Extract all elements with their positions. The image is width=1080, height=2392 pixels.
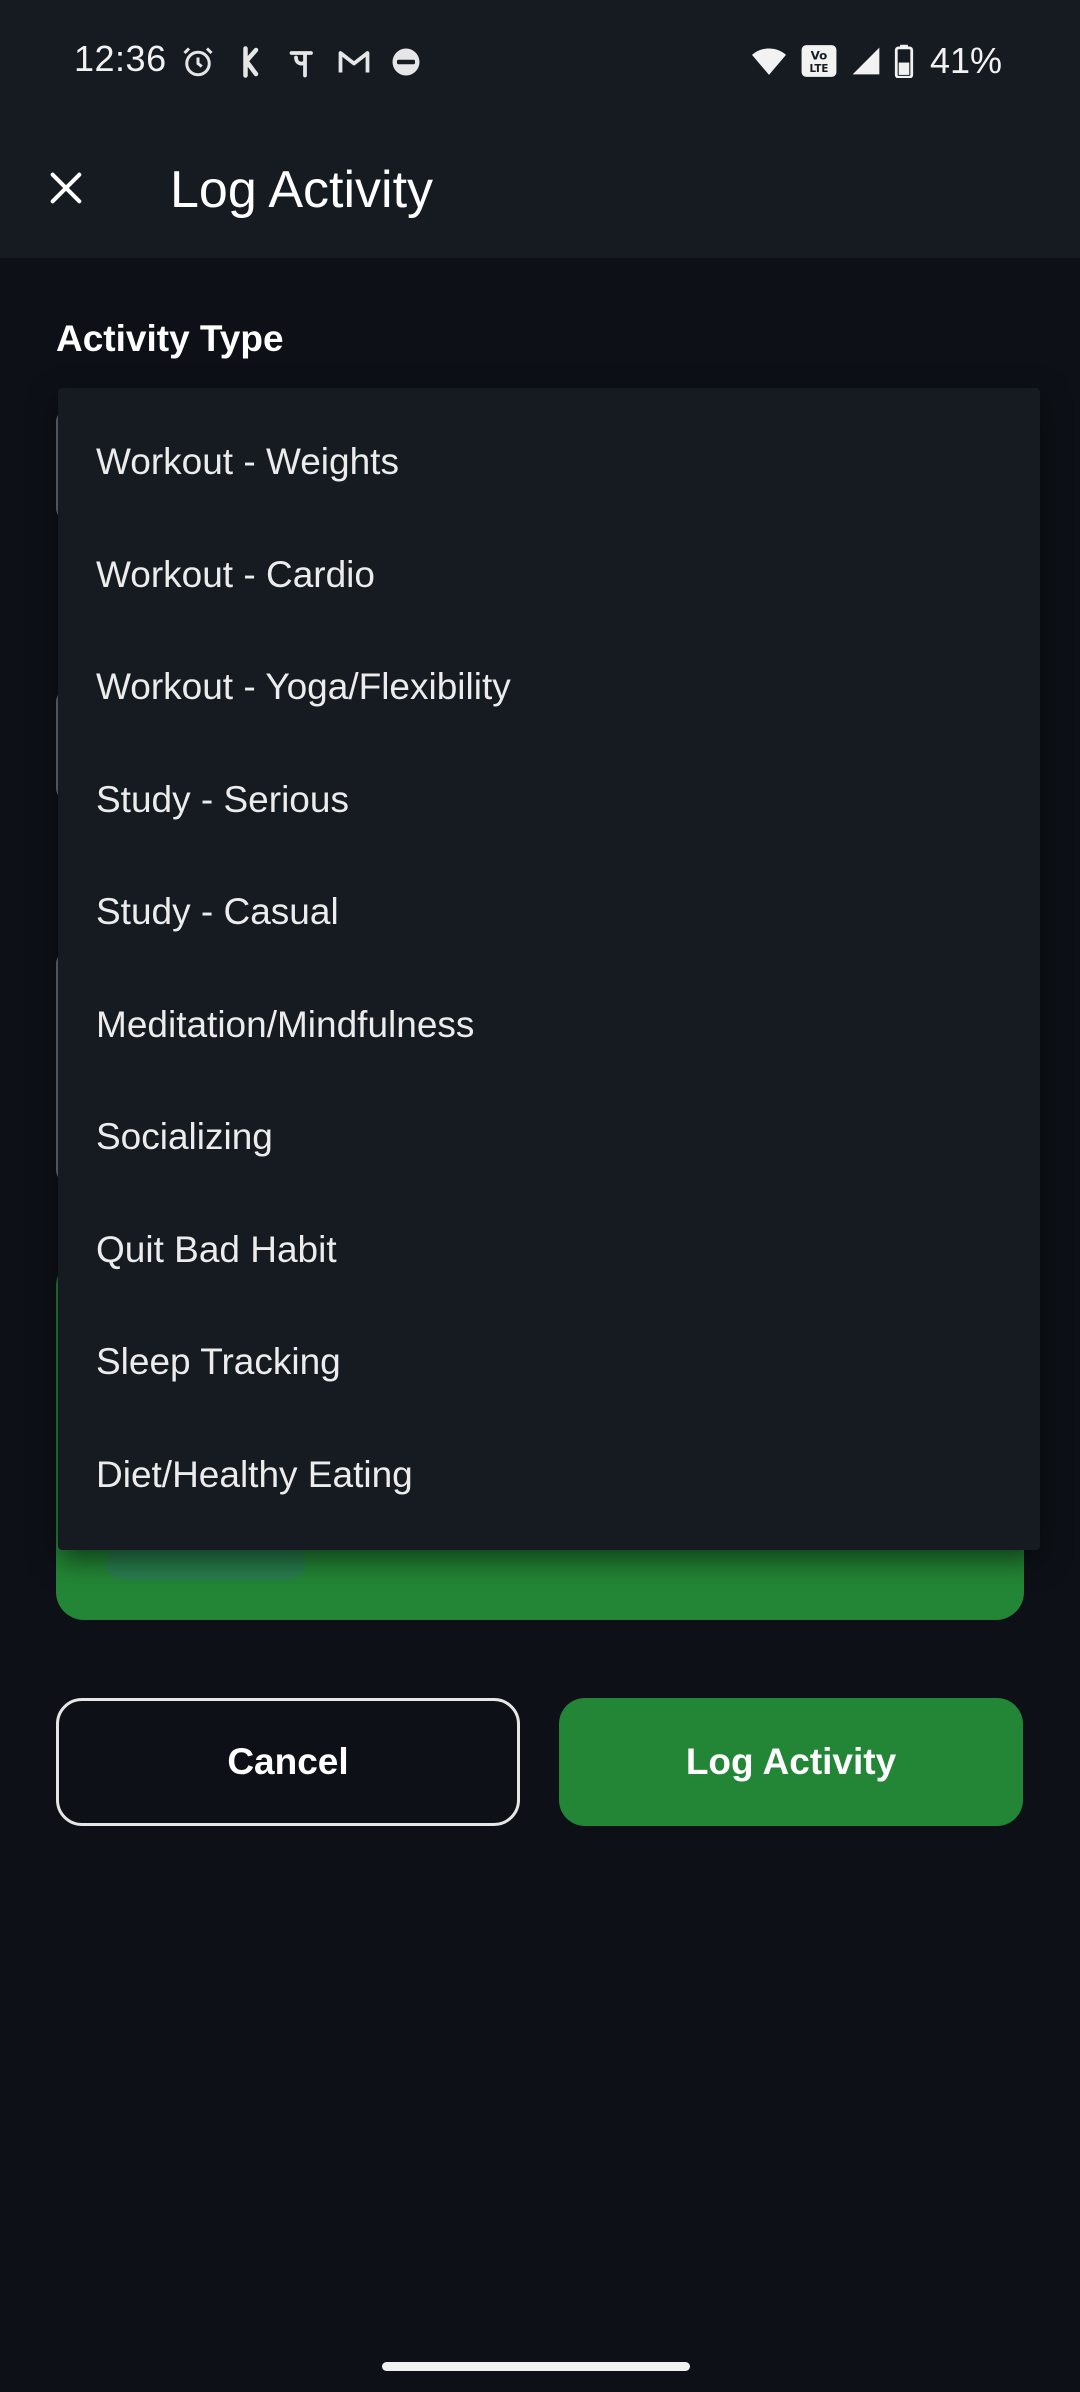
signal-icon bbox=[852, 47, 880, 75]
log-activity-button[interactable]: Log Activity bbox=[559, 1698, 1023, 1826]
app-icon-k bbox=[243, 46, 259, 78]
cancel-button[interactable]: Cancel bbox=[56, 1698, 520, 1826]
option-study-serious[interactable]: Study - Serious bbox=[58, 744, 1040, 857]
option-workout-weights[interactable]: Workout - Weights bbox=[58, 406, 1040, 519]
svg-text:LTE: LTE bbox=[809, 63, 828, 75]
wear-icon bbox=[392, 48, 420, 76]
option-diet-healthy-eating[interactable]: Diet/Healthy Eating bbox=[58, 1419, 1040, 1532]
status-system-icons: Vo LTE 41% bbox=[750, 40, 1002, 82]
close-button[interactable] bbox=[34, 156, 98, 220]
option-study-casual[interactable]: Study - Casual bbox=[58, 856, 1040, 969]
phonepe-icon bbox=[289, 51, 313, 78]
activity-type-dropdown: Workout - Weights Workout - Cardio Worko… bbox=[58, 388, 1040, 1550]
gmail-icon bbox=[338, 51, 370, 73]
activity-type-label: Activity Type bbox=[56, 318, 284, 359]
battery-percentage: 41% bbox=[929, 40, 1002, 81]
status-time: 12:36 bbox=[74, 38, 167, 79]
gesture-navigation-bar[interactable] bbox=[382, 2362, 690, 2371]
battery-icon bbox=[894, 44, 914, 78]
option-sleep-tracking[interactable]: Sleep Tracking bbox=[58, 1306, 1040, 1419]
status-notification-icons bbox=[180, 44, 424, 80]
close-icon bbox=[50, 172, 82, 204]
option-workout-yoga[interactable]: Workout - Yoga/Flexibility bbox=[58, 631, 1040, 744]
alarm-icon bbox=[183, 47, 213, 77]
wifi-icon bbox=[751, 48, 786, 75]
svg-text:Vo: Vo bbox=[811, 48, 828, 62]
option-workout-cardio[interactable]: Workout - Cardio bbox=[58, 519, 1040, 632]
option-quit-bad-habit[interactable]: Quit Bad Habit bbox=[58, 1194, 1040, 1307]
app-bar: Log Activity bbox=[0, 128, 1080, 258]
page-title: Log Activity bbox=[170, 161, 434, 219]
status-bar: 12:36 Vo LTE 41% bbox=[0, 0, 1080, 128]
volte-icon: Vo LTE bbox=[801, 45, 837, 77]
option-meditation[interactable]: Meditation/Mindfulness bbox=[58, 969, 1040, 1082]
option-socializing[interactable]: Socializing bbox=[58, 1081, 1040, 1194]
